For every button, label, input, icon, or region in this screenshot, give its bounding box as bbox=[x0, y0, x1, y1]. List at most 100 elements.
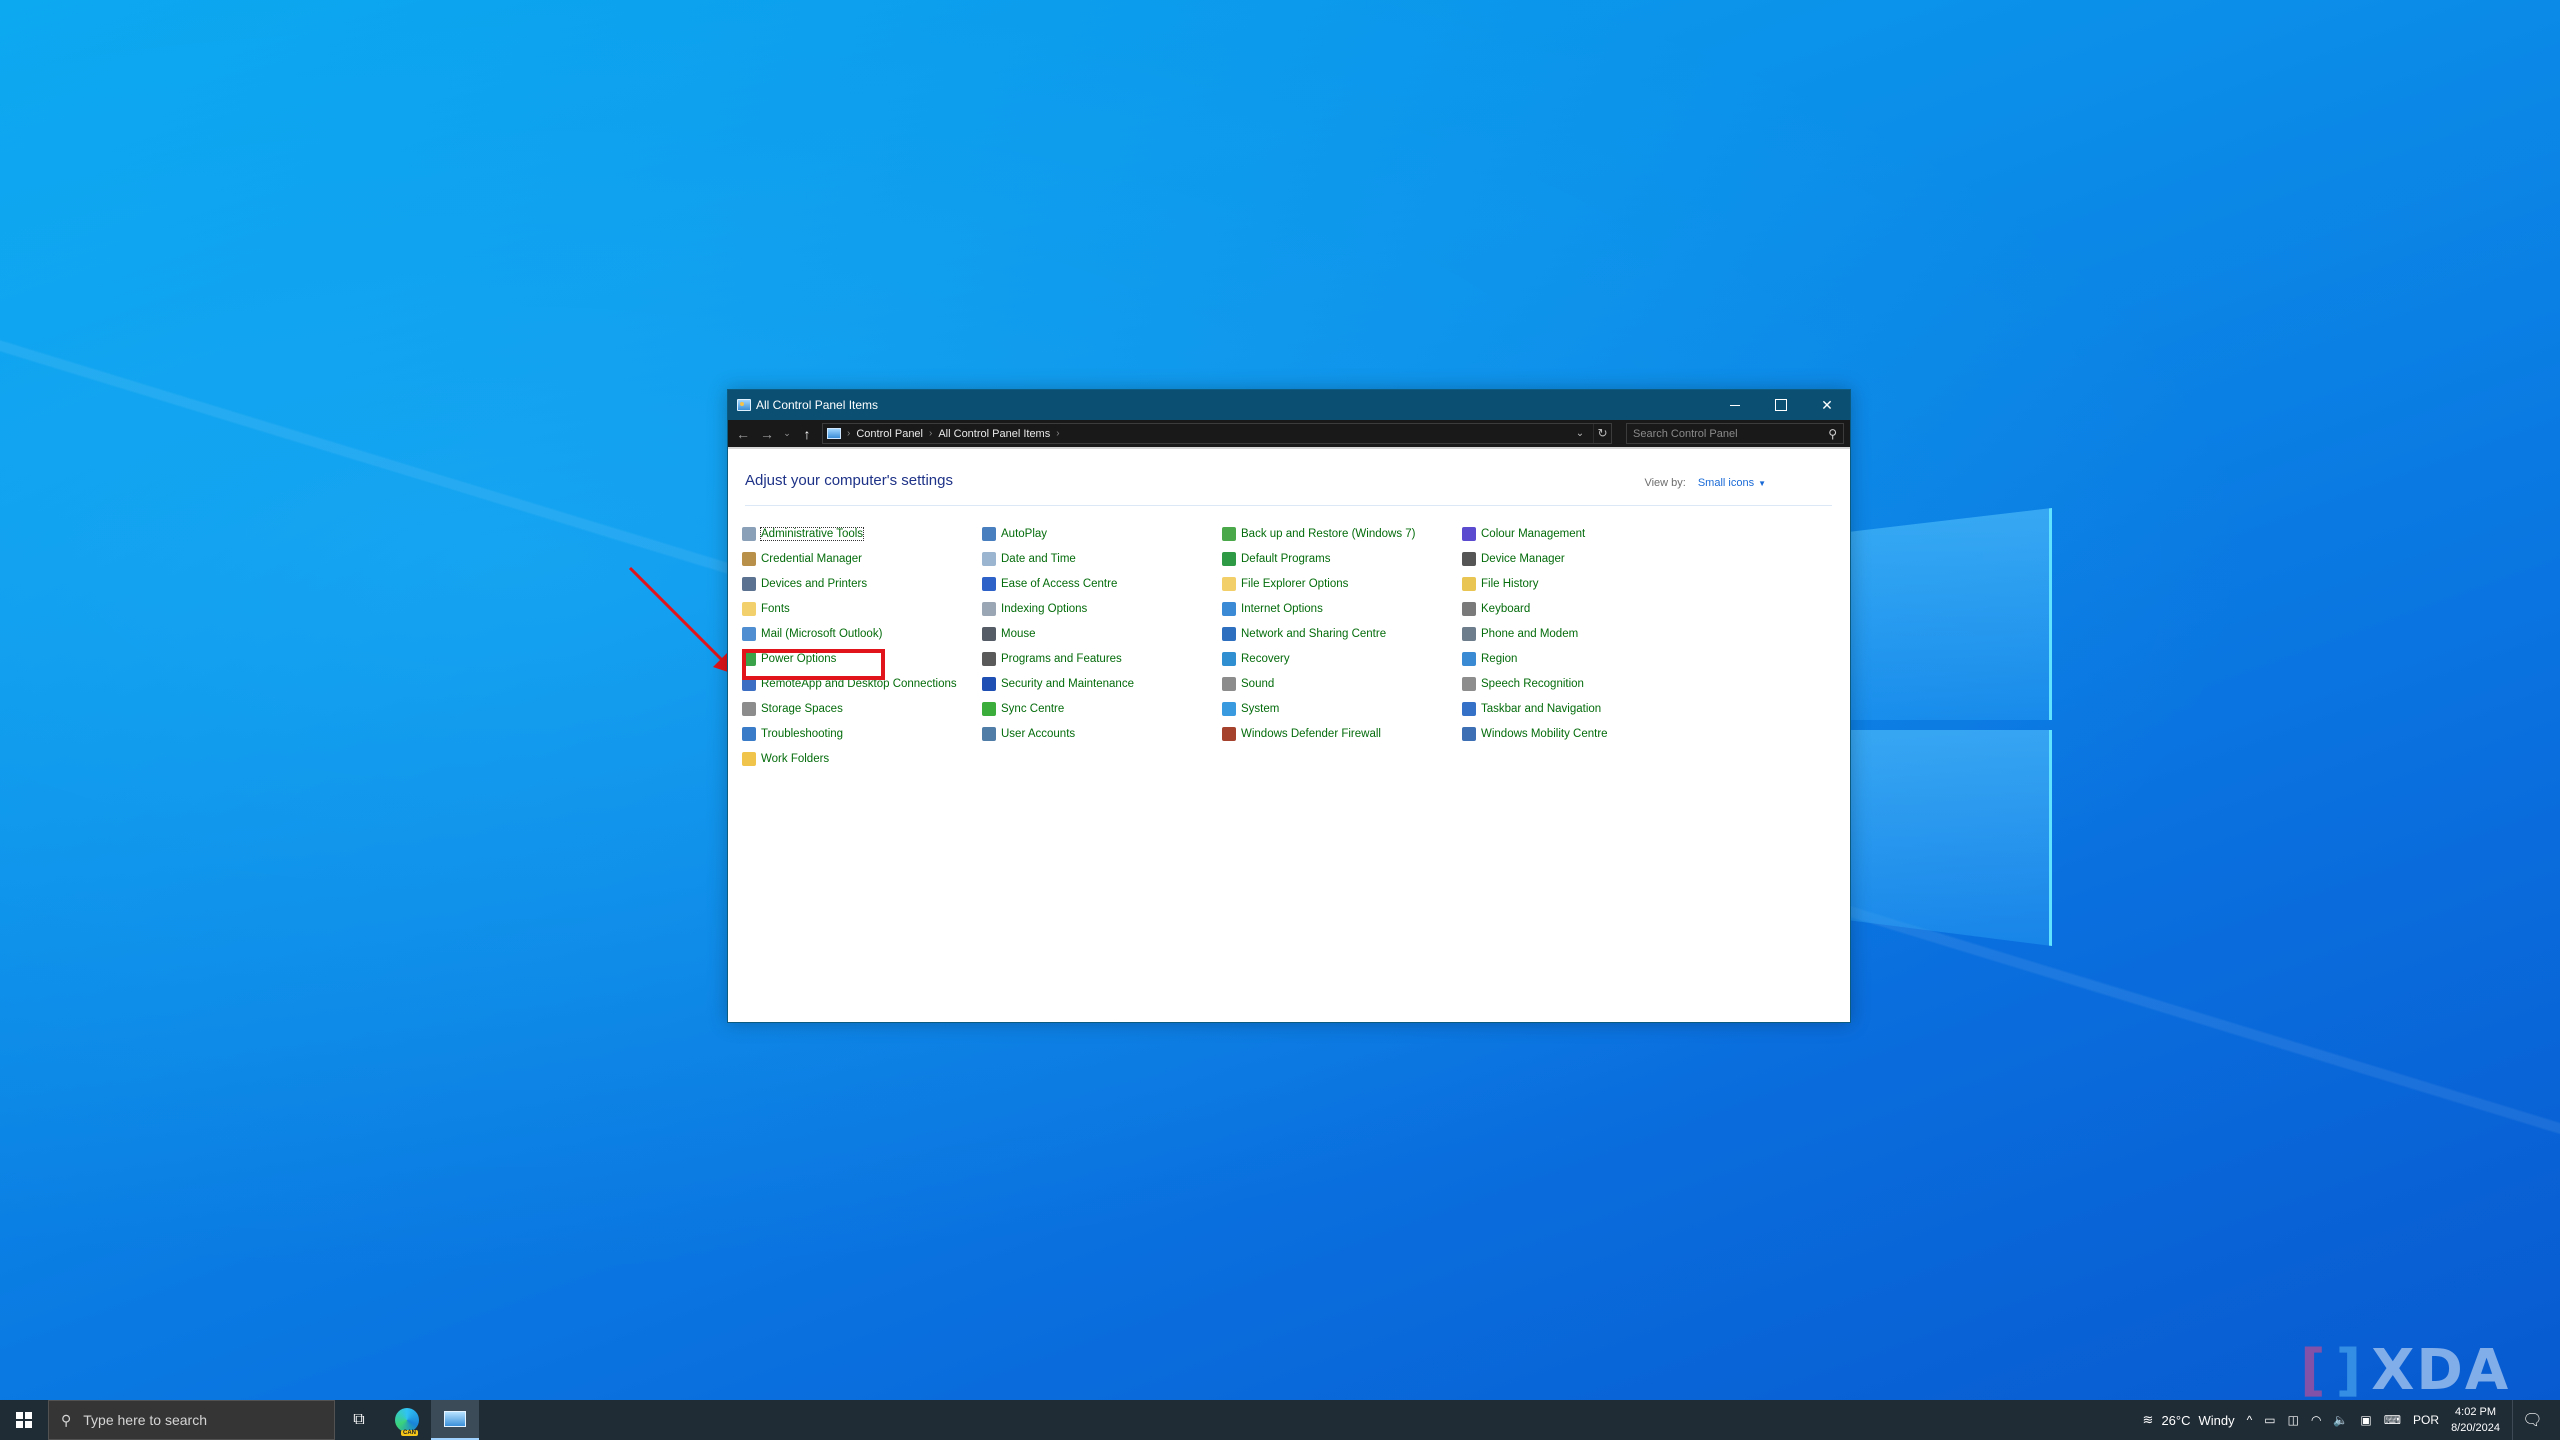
close-button[interactable]: ✕ bbox=[1804, 390, 1850, 420]
control-panel-item[interactable]: Indexing Options bbox=[982, 596, 1222, 621]
control-panel-item-label[interactable]: File Explorer Options bbox=[1241, 578, 1348, 590]
control-panel-item-label[interactable]: Sync Centre bbox=[1001, 703, 1064, 715]
clock[interactable]: 4:02 PM 8/20/2024 bbox=[2451, 1404, 2500, 1436]
control-panel-item-label[interactable]: Taskbar and Navigation bbox=[1481, 703, 1601, 715]
control-panel-item[interactable]: Ease of Access Centre bbox=[982, 571, 1222, 596]
search-box[interactable]: Search Control Panel ⚲ bbox=[1626, 423, 1844, 444]
control-panel-item-label[interactable]: Credential Manager bbox=[761, 553, 862, 565]
control-panel-item-label[interactable]: System bbox=[1241, 703, 1279, 715]
edge-button[interactable]: CAN bbox=[383, 1400, 431, 1440]
control-panel-item[interactable]: Keyboard bbox=[1462, 596, 1702, 621]
breadcrumb-separator[interactable]: › bbox=[1056, 428, 1059, 439]
control-panel-item[interactable]: Storage Spaces bbox=[742, 696, 982, 721]
control-panel-item-label[interactable]: Troubleshooting bbox=[761, 728, 843, 740]
control-panel-item-label[interactable]: Work Folders bbox=[761, 753, 829, 765]
control-panel-item-label[interactable]: AutoPlay bbox=[1001, 528, 1047, 540]
control-panel-item-label[interactable]: Device Manager bbox=[1481, 553, 1565, 565]
action-center-button[interactable]: 🗨 bbox=[2512, 1400, 2552, 1440]
control-panel-item[interactable]: Date and Time bbox=[982, 546, 1222, 571]
forward-button[interactable]: → bbox=[758, 426, 776, 442]
control-panel-item[interactable]: Windows Defender Firewall bbox=[1222, 721, 1462, 746]
battery-icon[interactable]: ▭ bbox=[2264, 1413, 2275, 1427]
control-panel-item[interactable]: Administrative Tools bbox=[742, 521, 982, 546]
address-dropdown-button[interactable]: ⌄ bbox=[1573, 428, 1587, 439]
control-panel-item-label[interactable]: Programs and Features bbox=[1001, 653, 1122, 665]
control-panel-item-label[interactable]: Network and Sharing Centre bbox=[1241, 628, 1386, 640]
control-panel-item[interactable]: File Explorer Options bbox=[1222, 571, 1462, 596]
control-panel-item[interactable]: Colour Management bbox=[1462, 521, 1702, 546]
weather-widget[interactable]: ≋ 26°C Windy bbox=[2143, 1412, 2235, 1428]
taskbar-search-input[interactable]: Type here to search bbox=[83, 1412, 207, 1428]
control-panel-item-label[interactable]: Mail (Microsoft Outlook) bbox=[761, 628, 882, 640]
control-panel-item-label[interactable]: Back up and Restore (Windows 7) bbox=[1241, 528, 1416, 540]
control-panel-item-label[interactable]: Speech Recognition bbox=[1481, 678, 1584, 690]
breadcrumb-all-items[interactable]: All Control Panel Items bbox=[938, 428, 1050, 440]
control-panel-item-label[interactable]: Region bbox=[1481, 653, 1517, 665]
control-panel-item-label[interactable]: Windows Defender Firewall bbox=[1241, 728, 1381, 740]
back-button[interactable]: ← bbox=[734, 426, 752, 442]
control-panel-item-label[interactable]: Sound bbox=[1241, 678, 1274, 690]
language-indicator[interactable]: POR bbox=[2413, 1413, 2439, 1427]
breadcrumb-separator[interactable]: › bbox=[929, 428, 932, 439]
control-panel-item[interactable]: Sync Centre bbox=[982, 696, 1222, 721]
wifi-icon[interactable]: ◠ bbox=[2311, 1413, 2321, 1427]
control-panel-item[interactable]: Phone and Modem bbox=[1462, 621, 1702, 646]
control-panel-item-label[interactable]: Default Programs bbox=[1241, 553, 1330, 565]
control-panel-item-label[interactable]: Keyboard bbox=[1481, 603, 1530, 615]
control-panel-item[interactable]: Fonts bbox=[742, 596, 982, 621]
control-panel-item[interactable]: File History bbox=[1462, 571, 1702, 596]
control-panel-item[interactable]: Network and Sharing Centre bbox=[1222, 621, 1462, 646]
control-panel-item[interactable]: Work Folders bbox=[742, 746, 982, 771]
control-panel-item[interactable]: Recovery bbox=[1222, 646, 1462, 671]
search-icon[interactable]: ⚲ bbox=[1828, 427, 1837, 441]
control-panel-item-label[interactable]: File History bbox=[1481, 578, 1539, 590]
control-panel-item[interactable]: Credential Manager bbox=[742, 546, 982, 571]
view-by-dropdown[interactable]: Small icons ▼ bbox=[1698, 477, 1766, 489]
control-panel-taskbar-button[interactable] bbox=[431, 1400, 479, 1440]
control-panel-item[interactable]: Security and Maintenance bbox=[982, 671, 1222, 696]
touch-keyboard-icon[interactable]: ⌨ bbox=[2384, 1413, 2401, 1427]
control-panel-item[interactable]: System bbox=[1222, 696, 1462, 721]
meet-now-icon[interactable]: ▣ bbox=[2360, 1413, 2371, 1427]
control-panel-item-label[interactable]: Internet Options bbox=[1241, 603, 1323, 615]
control-panel-item-label[interactable]: Phone and Modem bbox=[1481, 628, 1578, 640]
search-input[interactable]: Search Control Panel bbox=[1633, 428, 1828, 440]
control-panel-item[interactable]: User Accounts bbox=[982, 721, 1222, 746]
camera-icon[interactable]: ◫ bbox=[2288, 1413, 2299, 1427]
control-panel-item-label[interactable]: Security and Maintenance bbox=[1001, 678, 1134, 690]
control-panel-item[interactable]: AutoPlay bbox=[982, 521, 1222, 546]
breadcrumb-control-panel[interactable]: Control Panel bbox=[856, 428, 923, 440]
control-panel-item[interactable]: Back up and Restore (Windows 7) bbox=[1222, 521, 1462, 546]
control-panel-item[interactable]: Troubleshooting bbox=[742, 721, 982, 746]
control-panel-item[interactable]: Internet Options bbox=[1222, 596, 1462, 621]
control-panel-item-label[interactable]: Mouse bbox=[1001, 628, 1036, 640]
address-bar[interactable]: › Control Panel › All Control Panel Item… bbox=[822, 423, 1612, 444]
control-panel-item-label[interactable]: Recovery bbox=[1241, 653, 1290, 665]
control-panel-item-label[interactable]: User Accounts bbox=[1001, 728, 1075, 740]
maximize-button[interactable] bbox=[1758, 390, 1804, 420]
control-panel-item[interactable]: Devices and Printers bbox=[742, 571, 982, 596]
recent-locations-button[interactable]: ⌄ bbox=[782, 428, 792, 439]
volume-icon[interactable]: 🔈 bbox=[2333, 1413, 2348, 1427]
refresh-button[interactable]: ↻ bbox=[1593, 424, 1611, 443]
control-panel-item-label[interactable]: Date and Time bbox=[1001, 553, 1076, 565]
control-panel-item-label[interactable]: Indexing Options bbox=[1001, 603, 1087, 615]
control-panel-item[interactable]: Speech Recognition bbox=[1462, 671, 1702, 696]
start-button[interactable] bbox=[0, 1400, 48, 1440]
control-panel-item-label[interactable]: Colour Management bbox=[1481, 528, 1585, 540]
control-panel-item[interactable]: Sound bbox=[1222, 671, 1462, 696]
show-hidden-icons-button[interactable]: ^ bbox=[2247, 1413, 2253, 1427]
control-panel-item-label[interactable]: Administrative Tools bbox=[759, 526, 865, 541]
control-panel-item[interactable]: Windows Mobility Centre bbox=[1462, 721, 1702, 746]
title-bar[interactable]: All Control Panel Items ✕ bbox=[728, 390, 1850, 420]
control-panel-item[interactable]: Mail (Microsoft Outlook) bbox=[742, 621, 982, 646]
control-panel-item-label[interactable]: Windows Mobility Centre bbox=[1481, 728, 1608, 740]
control-panel-item-label[interactable]: Ease of Access Centre bbox=[1001, 578, 1117, 590]
up-button[interactable]: ↑ bbox=[798, 426, 816, 442]
control-panel-item-label[interactable]: Storage Spaces bbox=[761, 703, 843, 715]
task-view-button[interactable]: ⧉ bbox=[335, 1400, 383, 1440]
control-panel-item[interactable]: Default Programs bbox=[1222, 546, 1462, 571]
breadcrumb-separator[interactable]: › bbox=[847, 428, 850, 439]
minimize-button[interactable] bbox=[1712, 390, 1758, 420]
taskbar-search[interactable]: ⚲ Type here to search bbox=[48, 1400, 335, 1440]
